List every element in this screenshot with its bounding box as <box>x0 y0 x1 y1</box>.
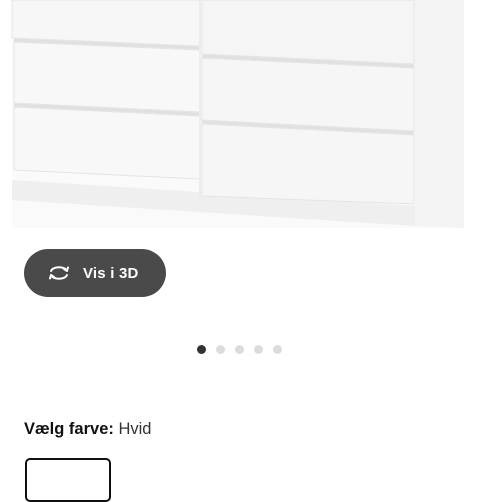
product-image <box>0 0 480 250</box>
color-value: Hvid <box>118 420 152 438</box>
color-selector-label: Vælg farve: Hvid <box>24 420 151 439</box>
carousel-dot-1[interactable] <box>197 344 206 354</box>
carousel-dot-3[interactable] <box>235 344 244 354</box>
carousel-dot-5[interactable] <box>273 344 282 354</box>
color-swatch-selected[interactable] <box>25 458 111 502</box>
image-carousel-dots <box>197 344 282 354</box>
view-in-3d-button[interactable]: Vis i 3D <box>24 249 166 297</box>
color-label: Vælg farve: <box>24 420 114 438</box>
rotate-3d-icon <box>49 266 69 280</box>
view-in-3d-label: Vis i 3D <box>83 264 139 282</box>
carousel-dot-4[interactable] <box>254 344 263 354</box>
carousel-dot-2[interactable] <box>216 344 225 354</box>
